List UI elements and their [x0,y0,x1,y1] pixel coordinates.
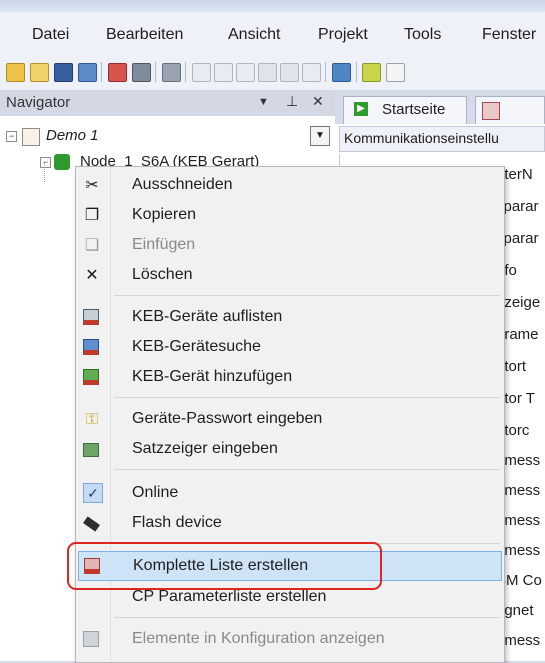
communication-settings-label: Kommunikationseinstellu [344,130,499,146]
title-strip [0,0,545,12]
new-file-icon[interactable] [6,63,25,82]
menu-separator [114,469,500,470]
tab-keb[interactable] [475,96,545,124]
menu-item-label: Löschen [132,266,193,283]
menu-item-label: Ausschneiden [132,176,233,193]
menu-item-label: KEB-Gerätesuche [132,338,261,355]
menu-bearbeiten[interactable]: Bearbeiten [106,26,183,44]
menu-item-label: KEB-Gerät hinzufügen [132,368,293,385]
toolbar-separator [155,62,156,82]
menu-item-label: Kopieren [132,206,197,223]
menu-item-label: Einfügen [132,236,196,253]
tree-icon[interactable] [362,63,381,82]
collapse-expander-icon[interactable]: − [6,131,17,142]
chip-icon [83,515,101,533]
menu-item-einfuegen[interactable]: ❑ Einfügen [78,231,502,261]
menu-separator [114,295,500,296]
tab-label: Startseite [382,101,446,118]
save-all-icon[interactable] [78,63,97,82]
checkmark-icon: ✓ [83,483,103,503]
menu-item-satzzeiger[interactable]: Satzzeiger eingeben [78,435,502,465]
document-icon[interactable] [386,63,405,82]
key-icon: ⚿ [85,411,99,428]
tab-strip: ▶ Startseite [335,90,545,124]
keb-network-icon[interactable] [332,63,351,82]
menu-item-kopieren[interactable]: ❐ Kopieren [78,201,502,231]
menu-item-elemente-konfiguration[interactable]: Elemente in Konfiguration anzeigen [78,625,502,655]
menu-item-label: CP Parameterliste erstellen [132,588,327,605]
paste-icon: ❑ [84,237,100,254]
menu-item-flash-device[interactable]: Flash device [78,509,502,539]
undo-icon[interactable] [192,63,211,82]
toolbar-separator [185,62,186,82]
menu-bar: Datei Bearbeiten Ansicht Projekt Tools F… [0,12,545,54]
menu-item-online[interactable]: ✓ Online [78,479,502,509]
menu-tools[interactable]: Tools [404,26,441,44]
start-page-icon: ▶ [354,102,368,116]
redo-icon[interactable] [214,63,233,82]
navigator-header: Navigator ▼ ⊥ ✕ [0,90,335,116]
keb-tab-icon [482,102,500,120]
scissors-icon: ✂ [85,177,99,194]
keb-save-icon[interactable] [132,63,151,82]
toolbar [0,54,545,91]
menu-item-loeschen[interactable]: ✕ Löschen [78,261,502,291]
tree-project-row[interactable]: − Demo 1 ▼ [0,124,335,148]
collapse-expander-icon[interactable]: − [40,157,51,168]
toolbar-separator [356,62,357,82]
menu-separator [114,617,500,618]
menu-item-label: KEB-Geräte auflisten [132,308,283,325]
open-folder-icon[interactable] [30,63,49,82]
pin-icon[interactable]: ⊥ [286,93,298,110]
menu-item-keb-geraet-hinzufuegen[interactable]: KEB-Gerät hinzufügen [78,363,502,393]
menu-item-label: Online [132,484,179,501]
keb-device-icon[interactable] [108,63,127,82]
navigator-title: Navigator [6,94,71,111]
menu-item-keb-geraetesuche[interactable]: KEB-Gerätesuche [78,333,502,363]
delete-icon: ✕ [85,267,99,284]
keb-add-icon [83,369,101,387]
online-node-icon [54,154,70,170]
tree-line [44,162,45,182]
menu-datei[interactable]: Datei [32,26,69,44]
menu-item-label: Elemente in Konfiguration anzeigen [132,630,385,647]
save-icon[interactable] [54,63,73,82]
copy-icon[interactable] [258,63,277,82]
menu-item-label: Satzzeiger eingeben [132,440,278,457]
annotation-highlight-box [67,542,382,590]
dropdown-arrow-icon[interactable]: ▼ [258,96,269,108]
toolbar-separator [101,62,102,82]
project-name: Demo 1 [46,127,99,144]
tab-startseite[interactable]: ▶ Startseite [343,96,467,124]
menu-item-label: Flash device [132,514,222,531]
menu-separator [114,397,500,398]
menu-item-keb-geraete-auflisten[interactable]: KEB-Geräte auflisten [78,303,502,333]
delete-icon[interactable] [302,63,321,82]
keb-list-icon [83,309,101,327]
copy-icon: ❐ [84,207,100,224]
project-dropdown-button[interactable]: ▼ [310,126,330,146]
menu-fenster[interactable]: Fenster [482,26,536,44]
menu-ansicht[interactable]: Ansicht [228,26,280,44]
close-icon[interactable]: ✕ [312,93,324,110]
cut-icon[interactable] [236,63,255,82]
menu-projekt[interactable]: Projekt [318,26,368,44]
print-icon[interactable] [162,63,181,82]
keb-search-icon [83,339,101,357]
pointer-icon [83,441,101,459]
menu-item-ausschneiden[interactable]: ✂ Ausschneiden [78,171,502,201]
config-icon [83,631,101,649]
menu-item-label: Geräte-Passwort eingeben [132,410,323,427]
menu-item-geraete-passwort[interactable]: ⚿ Geräte-Passwort eingeben [78,405,502,435]
communication-settings-bar[interactable]: Kommunikationseinstellu [339,126,545,152]
paste-icon[interactable] [280,63,299,82]
toolbar-separator [325,62,326,82]
project-icon [22,128,40,146]
